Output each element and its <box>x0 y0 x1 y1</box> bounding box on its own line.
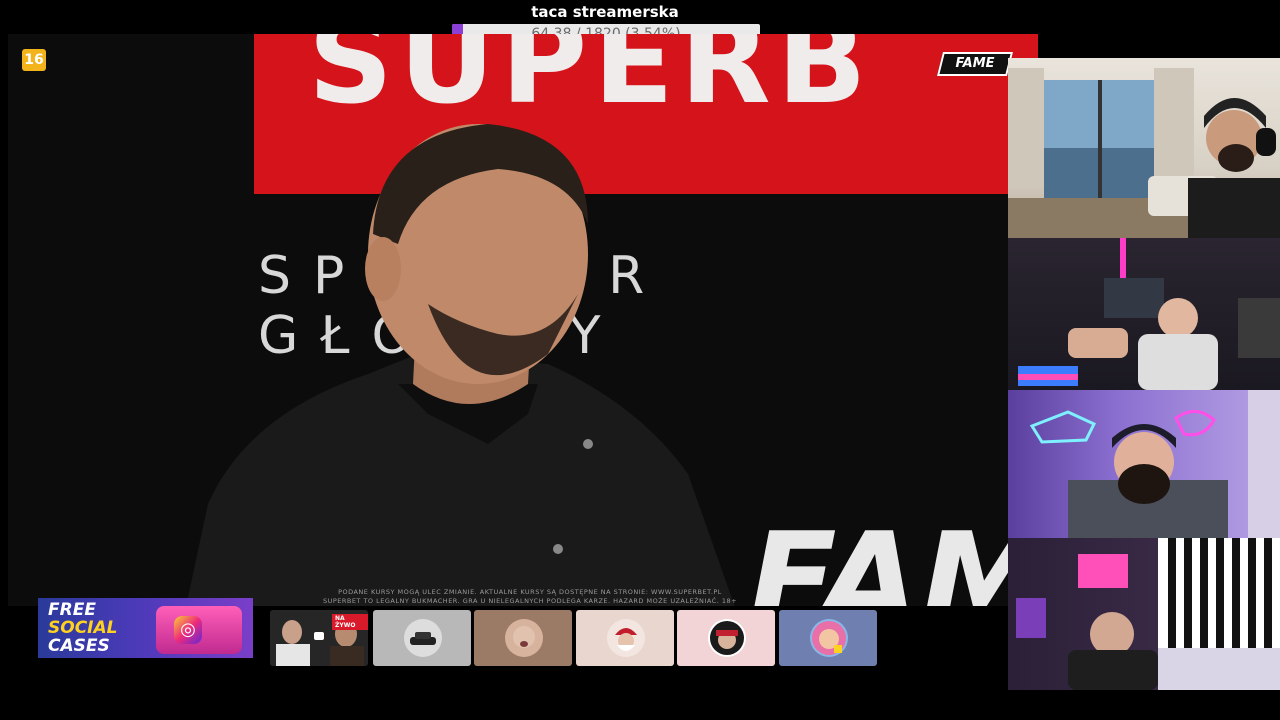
santa-icon <box>615 628 637 651</box>
promo-line-2: SOCIAL <box>48 618 118 638</box>
car-icon <box>410 632 436 645</box>
thumb-car[interactable] <box>373 610 471 666</box>
santa-avatar <box>607 619 645 657</box>
webcam-bedroom[interactable] <box>1008 538 1280 690</box>
face-icon <box>513 626 535 648</box>
thumb-face[interactable] <box>474 610 572 666</box>
thumb-santa[interactable] <box>576 610 674 666</box>
instagram-icon: ◎ <box>174 616 202 644</box>
gaming-room-scene <box>1018 238 1280 390</box>
background-logo-text: FAME <box>748 504 1038 606</box>
broadcaster-logo: FAME <box>937 52 1013 76</box>
live-badge: NA ŻYWO <box>332 614 368 630</box>
free-cases-promo-banner[interactable]: FREE SOCIAL CASES ◎ <box>38 598 253 658</box>
webcam-neon-room[interactable] <box>1008 390 1280 538</box>
webcam-hotel-room[interactable] <box>1008 58 1280 238</box>
main-stream-video[interactable]: SUPERB SPONSOR GŁÓWNY FAME <box>8 34 1038 606</box>
thumb-nfx[interactable] <box>677 610 775 666</box>
goal-title: taca streamerska <box>531 3 679 21</box>
age-rating-badge: 16 <box>22 49 46 71</box>
disclaimer-line-2: SUPERBET TO LEGALNY BUKMACHER. GRA U NIE… <box>322 597 738 605</box>
promo-line-1: FREE <box>48 600 96 620</box>
gambling-disclaimer: PODANE KURSY MOGĄ ULEC ZMIANIE. AKTUALNE… <box>300 588 760 606</box>
neon-room-scene <box>1029 390 1280 538</box>
broadcaster-logo-text: FAME <box>955 56 995 71</box>
car-avatar <box>404 619 442 657</box>
interviewee-figure <box>186 124 735 606</box>
cartoon-avatar <box>810 619 848 657</box>
cartoon-icon <box>812 621 846 655</box>
disclaimer-line-1: PODANE KURSY MOGĄ ULEC ZMIANIE. AKTUALNE… <box>338 588 722 596</box>
thumb-live[interactable]: NA ŻYWO <box>270 610 368 666</box>
webcam-gaming-room[interactable] <box>1008 238 1280 390</box>
nfx-avatar <box>708 619 746 657</box>
bedroom-scene <box>1016 538 1280 690</box>
hotel-room-scene <box>1008 68 1280 238</box>
nfx-icon <box>710 621 744 655</box>
promo-line-3: CASES <box>48 636 110 656</box>
thumb-avatar[interactable] <box>779 610 877 666</box>
face-avatar <box>505 619 543 657</box>
